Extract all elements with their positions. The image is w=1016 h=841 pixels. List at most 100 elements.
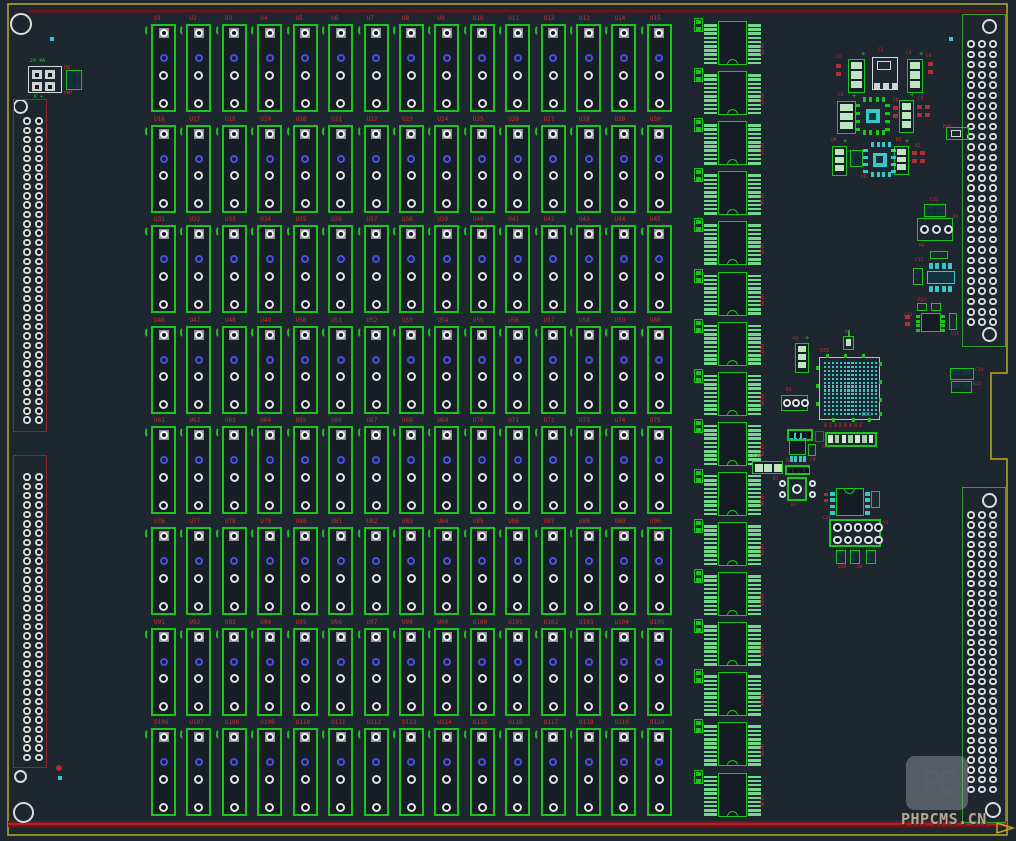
pad-round bbox=[478, 300, 487, 309]
component-designator: U101 bbox=[508, 620, 522, 626]
connector-pad bbox=[989, 599, 997, 607]
pad-round bbox=[265, 272, 274, 281]
soic-ic-footprint[interactable] bbox=[927, 271, 955, 284]
connector-pad bbox=[978, 277, 986, 285]
cap-pad bbox=[696, 371, 701, 375]
ic-pad bbox=[748, 358, 761, 361]
component-designator: U32 bbox=[189, 217, 200, 223]
ic-pad bbox=[704, 354, 717, 357]
component-designator: U90 bbox=[650, 519, 661, 525]
soic-pad bbox=[941, 329, 945, 332]
connector-pad bbox=[35, 351, 43, 359]
ic-pad bbox=[704, 233, 717, 236]
connector-pad bbox=[967, 668, 975, 676]
component-designator: U62 bbox=[189, 418, 200, 424]
bga-pad bbox=[855, 378, 857, 380]
smd-pad-red bbox=[893, 114, 898, 118]
ic-pad bbox=[704, 83, 717, 86]
connector-pad bbox=[978, 92, 986, 100]
terminal-pad-hole bbox=[48, 73, 52, 77]
connector-pad bbox=[23, 267, 31, 275]
bga-pad bbox=[855, 409, 857, 411]
ic-pad bbox=[748, 233, 761, 236]
bga-pad bbox=[844, 382, 846, 384]
pad-round bbox=[513, 775, 522, 784]
connector-pad bbox=[35, 660, 43, 668]
pad-round bbox=[920, 225, 929, 234]
bga-pad bbox=[863, 374, 865, 376]
ic-pad bbox=[748, 659, 761, 662]
component-designator: U54 bbox=[437, 318, 448, 324]
component-designator: U5 bbox=[296, 16, 303, 22]
component-designator: R1 bbox=[896, 139, 901, 144]
connector-pad bbox=[35, 239, 43, 247]
ic-pad bbox=[704, 513, 717, 516]
pad-round bbox=[160, 29, 168, 37]
ic-footprint[interactable] bbox=[718, 272, 747, 316]
component-designator: U68 bbox=[402, 418, 413, 424]
connector-pad bbox=[989, 61, 997, 69]
ic-footprint[interactable] bbox=[718, 773, 747, 817]
component-designator: R6 bbox=[786, 460, 791, 465]
connector-pad bbox=[35, 698, 43, 706]
connector-pad bbox=[23, 642, 31, 650]
bga-pad bbox=[851, 385, 853, 387]
pad-round bbox=[514, 130, 522, 138]
bga-pad bbox=[847, 397, 849, 399]
bga-pad bbox=[836, 401, 838, 403]
connector-pad bbox=[967, 154, 975, 162]
pin1-hook-mark bbox=[570, 25, 576, 36]
ic-pad bbox=[704, 387, 717, 390]
pad-round bbox=[301, 633, 309, 641]
ic-pad bbox=[704, 404, 717, 407]
ic-pad bbox=[748, 663, 761, 666]
pad bbox=[926, 206, 934, 209]
ic-pad bbox=[748, 187, 761, 190]
bga-pad bbox=[844, 374, 846, 376]
component-designator: U128 bbox=[758, 394, 763, 406]
ic-pad bbox=[704, 525, 717, 528]
pad-round bbox=[585, 733, 593, 741]
bga-pad bbox=[847, 409, 849, 411]
bga-pad bbox=[847, 401, 849, 403]
connector-pad bbox=[989, 154, 997, 162]
ic-pad bbox=[748, 809, 761, 812]
component-designator: U107 bbox=[189, 720, 203, 726]
ic-pad bbox=[704, 559, 717, 562]
ic-pad bbox=[704, 659, 717, 662]
soic-ic-footprint[interactable] bbox=[921, 313, 941, 332]
connector-pad bbox=[978, 51, 986, 59]
connector-pad bbox=[978, 205, 986, 213]
component-designator: C3 bbox=[906, 52, 911, 57]
component-designator: C9 bbox=[810, 459, 815, 464]
cap-pad bbox=[696, 321, 701, 325]
component-designator: C12 bbox=[915, 259, 923, 264]
connector-pad bbox=[35, 229, 43, 237]
diode-footprint[interactable] bbox=[815, 431, 824, 442]
soic-ic-footprint[interactable] bbox=[789, 440, 806, 455]
qfp-pad bbox=[885, 128, 890, 131]
connector-pad bbox=[35, 370, 43, 378]
ic-pad bbox=[704, 492, 717, 495]
pin1-hook-mark bbox=[216, 126, 222, 137]
pad-round-blue bbox=[443, 356, 451, 364]
pad-round bbox=[372, 702, 381, 711]
pad-round-blue bbox=[372, 155, 380, 163]
pin1-hook-mark bbox=[393, 126, 399, 137]
pad-round bbox=[337, 130, 345, 138]
ic-footprint[interactable] bbox=[718, 322, 747, 366]
connector-pad bbox=[35, 164, 43, 172]
pin1-hook-mark bbox=[570, 126, 576, 137]
pad-round bbox=[372, 272, 381, 281]
connector-pad bbox=[35, 501, 43, 509]
ic-pad bbox=[748, 579, 761, 582]
ic-pad bbox=[704, 680, 717, 683]
array-segment bbox=[764, 464, 772, 472]
pad-round bbox=[655, 602, 664, 611]
ic-pad bbox=[704, 801, 717, 804]
bga-pad bbox=[844, 401, 846, 403]
connector-pad bbox=[23, 173, 31, 181]
pcb-canvas[interactable]: U1U2U3U4U5U6U7U8U9U10U11U12U13U14U15U16U… bbox=[0, 0, 1016, 841]
ic-pad bbox=[704, 49, 717, 52]
ic-pad bbox=[704, 78, 717, 81]
